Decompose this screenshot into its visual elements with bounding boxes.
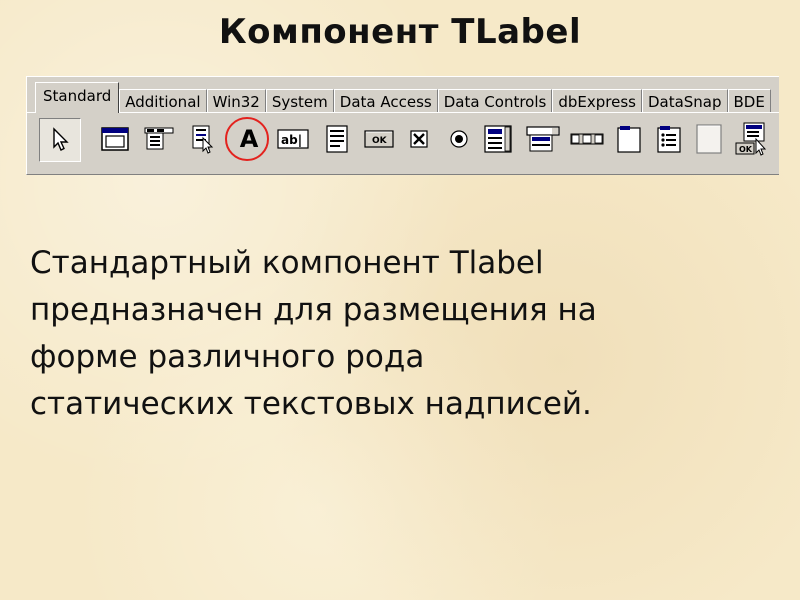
groupbox-component[interactable]	[611, 119, 647, 159]
slide-title: Компонент TLabel	[218, 12, 582, 52]
main-menu-icon	[144, 127, 174, 150]
popupmenu-component[interactable]	[185, 119, 221, 159]
memo-component[interactable]	[319, 119, 355, 159]
tab-win32[interactable]: Win32	[206, 89, 266, 113]
tab-system[interactable]: System	[265, 89, 334, 113]
combobox-component[interactable]	[525, 119, 561, 159]
highlight-circle	[225, 117, 269, 161]
actionlist-glyph: OK	[739, 145, 753, 154]
panel-icon	[696, 124, 722, 154]
listbox-component[interactable]	[481, 119, 517, 159]
popup-menu-icon	[192, 125, 214, 154]
tab-dbexpress[interactable]: dbExpress	[552, 89, 642, 113]
label-component[interactable]: A	[225, 117, 269, 161]
slide-body: Стандартный компонент Tlabel предназначе…	[30, 240, 770, 428]
edit-glyph: ab|	[281, 133, 302, 147]
scrollbar-component[interactable]	[569, 119, 605, 159]
checkbox-icon	[410, 130, 428, 148]
combo-box-icon	[526, 126, 560, 152]
palette-tabs: Standard Additional Win32 System Data Ac…	[35, 81, 779, 113]
button-component[interactable]: OK	[361, 119, 397, 159]
checkbox-component[interactable]	[401, 119, 437, 159]
radio-group-icon	[657, 126, 681, 153]
tab-data-access[interactable]: Data Access	[333, 89, 438, 113]
edit-component[interactable]: ab|	[275, 119, 311, 159]
tab-data-controls[interactable]: Data Controls	[437, 89, 553, 113]
tab-standard[interactable]: Standard	[35, 82, 120, 113]
group-box-icon	[617, 126, 641, 153]
mainmenu-component[interactable]	[141, 119, 177, 159]
frame-icon	[101, 127, 129, 151]
radiogroup-component[interactable]	[651, 119, 687, 159]
tab-bde[interactable]: BDE	[727, 89, 771, 113]
component-palette: Standard Additional Win32 System Data Ac…	[26, 76, 779, 175]
tab-datasnap[interactable]: DataSnap	[641, 89, 728, 113]
radiobutton-component[interactable]	[441, 119, 477, 159]
radio-button-icon	[450, 130, 468, 148]
body-line: предназначен для размещения на	[30, 292, 597, 328]
action-list-icon: OK	[735, 122, 767, 156]
cursor-arrow-icon	[53, 127, 69, 151]
edit-box-icon: ab|	[277, 129, 309, 149]
button-glyph: OK	[372, 136, 388, 146]
frames-component[interactable]	[97, 119, 133, 159]
tab-divider	[27, 112, 779, 113]
body-line: Стандартный компонент Tlabel	[30, 245, 544, 281]
memo-icon	[326, 125, 348, 153]
scroll-bar-icon	[570, 133, 604, 145]
pointer-tool-button[interactable]	[39, 118, 81, 162]
list-box-icon	[484, 125, 512, 153]
body-line: форме различного рода	[30, 339, 425, 375]
panel-component[interactable]	[691, 119, 727, 159]
actionlist-component[interactable]: OK	[733, 119, 769, 159]
body-line: статических текстовых надписей.	[30, 386, 592, 422]
component-toolbar: A ab| OK OK	[35, 117, 779, 169]
ok-button-icon: OK	[364, 130, 394, 148]
tab-additional[interactable]: Additional	[119, 89, 207, 113]
